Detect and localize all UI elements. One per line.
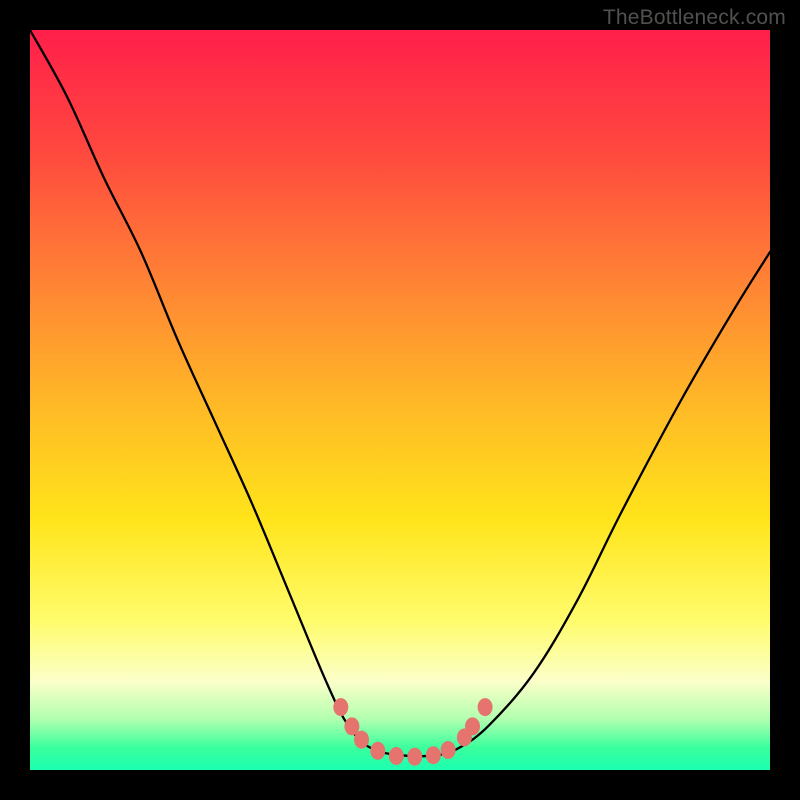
curve-marker	[333, 698, 348, 716]
curve-svg	[30, 30, 770, 770]
curve-marker	[465, 717, 480, 735]
curve-marker	[407, 748, 422, 766]
curve-marker	[389, 747, 404, 765]
curve-markers	[333, 698, 492, 766]
curve-marker	[478, 698, 493, 716]
curve-marker	[426, 746, 441, 764]
curve-marker	[370, 742, 385, 760]
plot-area	[30, 30, 770, 770]
bottleneck-curve	[30, 30, 770, 756]
curve-marker	[441, 741, 456, 759]
watermark-text: TheBottleneck.com	[603, 6, 786, 30]
curve-marker	[354, 731, 369, 749]
